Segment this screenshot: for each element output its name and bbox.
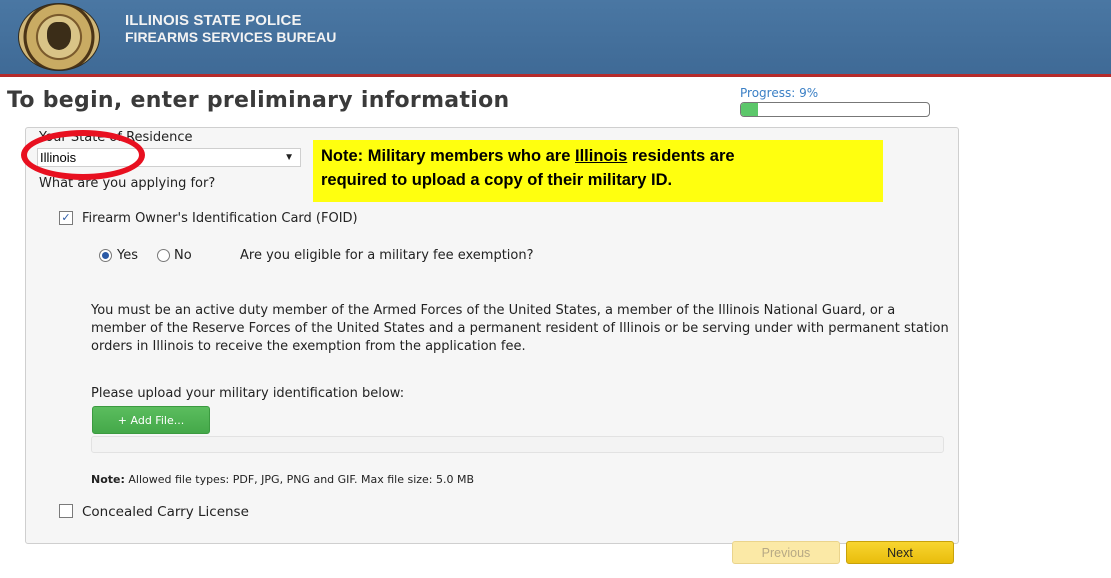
state-label: Your State of Residence [39, 130, 193, 145]
add-file-button[interactable]: + Add File... [92, 406, 210, 434]
progress-bar [740, 102, 930, 117]
upload-dropzone[interactable] [91, 436, 944, 453]
progress-fill [741, 103, 758, 116]
org-name: Illinois State Police [125, 12, 302, 29]
callout-text-a: Note: Military members who are [321, 147, 575, 165]
ccl-checkbox[interactable] [59, 504, 73, 518]
state-select-value: Illinois [40, 150, 77, 165]
callout-illinois: Illinois [575, 147, 628, 165]
exemption-explanation: You must be an active duty member of the… [91, 303, 949, 354]
bureau-name: Firearms Services Bureau [125, 29, 337, 45]
military-no-label: No [174, 248, 192, 263]
eagle-icon [47, 22, 71, 50]
callout-text-c: required to upload a copy of their milit… [321, 171, 673, 189]
header-divider [0, 74, 1111, 77]
military-note-callout: Note: Military members who are Illinois … [313, 140, 883, 202]
callout-text-b: residents are [627, 147, 735, 165]
page-title: To begin, enter preliminary information [7, 88, 510, 113]
military-yes-label: Yes [117, 248, 138, 263]
foid-label: Firearm Owner's Identification Card (FOI… [82, 211, 358, 226]
progress-label: Progress: 9% [740, 86, 819, 100]
file-note-prefix: Note: [91, 473, 125, 486]
next-button[interactable]: Next [846, 541, 954, 564]
previous-button[interactable]: Previous [732, 541, 840, 564]
chevron-down-icon: ▼ [284, 152, 294, 163]
military-no-radio[interactable] [157, 249, 170, 262]
state-police-seal-icon [18, 3, 100, 71]
file-types-note: Note: Allowed file types: PDF, JPG, PNG … [91, 473, 474, 486]
file-note-text: Allowed file types: PDF, JPG, PNG and GI… [128, 473, 475, 486]
military-question: Are you eligible for a military fee exem… [240, 248, 534, 263]
applying-for-label: What are you applying for? [39, 176, 216, 191]
military-yes-radio[interactable] [99, 249, 112, 262]
ccl-label: Concealed Carry License [82, 504, 249, 520]
site-header: Illinois State Police Firearms Services … [0, 0, 1111, 74]
upload-label: Please upload your military identificati… [91, 386, 405, 401]
foid-checkbox[interactable]: ✓ [59, 211, 73, 225]
state-select[interactable]: Illinois ▼ [37, 148, 301, 167]
